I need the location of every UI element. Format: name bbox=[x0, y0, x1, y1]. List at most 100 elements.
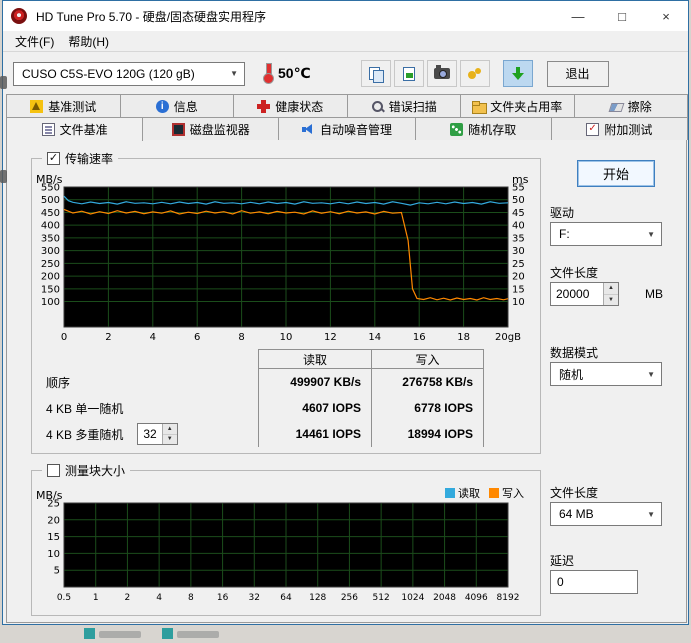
tick-label: 350 bbox=[41, 233, 60, 244]
tick-label: 400 bbox=[41, 221, 60, 232]
extra-tests-icon bbox=[586, 122, 600, 136]
copy-icon bbox=[368, 66, 384, 83]
tick-label: 128 bbox=[309, 593, 326, 603]
toolbar: CUSO C5S-EVO 120G (120 gB) ▼ 50℃ 退出 bbox=[3, 53, 688, 94]
background-window-fragment bbox=[0, 170, 7, 183]
file-length-spinner[interactable]: 20000 ▲ ▼ bbox=[550, 282, 619, 306]
benchmark-icon bbox=[30, 100, 44, 113]
disk-monitor-icon bbox=[171, 122, 185, 136]
transfer-rate-checkbox[interactable]: ✓ 传输速率 bbox=[42, 150, 119, 167]
tick-label: 1024 bbox=[401, 593, 424, 603]
copy-text-button[interactable] bbox=[360, 60, 391, 87]
tab-label: 错误扫描 bbox=[388, 100, 437, 114]
minimize-button[interactable]: — bbox=[556, 1, 600, 31]
write-legend-label: 写入 bbox=[502, 488, 524, 500]
transfer-rate-group: ✓ 传输速率 MB/s ms 550 500 450 400 350 300 250 200 150… bbox=[31, 150, 541, 454]
tick-label: 10 bbox=[47, 549, 60, 560]
tick-label: 55 bbox=[512, 183, 525, 194]
tab-benchmark[interactable]: 基准测试 bbox=[6, 94, 121, 118]
file-length-value: 20000 bbox=[556, 287, 590, 301]
tick-label: 50 bbox=[512, 195, 525, 206]
background-window-fragment bbox=[0, 76, 7, 89]
file-length-2-combo[interactable]: 64 MB ▼ bbox=[550, 502, 662, 526]
block-size-group: 测量块大小 读取 写入 MB/s 25 20 15 10 5 0.5 1 2 4 8 16 32 64 12… bbox=[31, 462, 541, 616]
download-button[interactable] bbox=[502, 60, 533, 87]
tab-file-benchmark[interactable]: 文件基准 bbox=[6, 117, 144, 141]
tick-label: 4096 bbox=[465, 593, 488, 603]
tab-extra-tests[interactable]: 附加测试 bbox=[550, 117, 689, 140]
tools-button[interactable] bbox=[459, 60, 490, 87]
tab-label: 信息 bbox=[173, 100, 198, 114]
exit-button[interactable]: 退出 bbox=[546, 60, 609, 87]
hdtune-app-icon bbox=[11, 8, 27, 24]
tick-label: 2 bbox=[125, 593, 131, 603]
background-text-blur bbox=[177, 631, 219, 638]
data-mode-combo[interactable]: 随机 ▼ bbox=[550, 362, 662, 386]
toolbar-buttons bbox=[360, 60, 533, 87]
screenshot-button[interactable] bbox=[426, 60, 457, 87]
drive-value: F: bbox=[559, 227, 570, 241]
tick-label: 2 bbox=[105, 332, 111, 343]
file-length-label: 文件长度 bbox=[550, 266, 599, 280]
menu-bar: 文件(F) 帮助(H) bbox=[3, 31, 688, 52]
tick-label: 20 bbox=[47, 515, 60, 526]
results-table: 读取 写入 顺序 499907 KB/s 276758 KB/s 4 KB 单一… bbox=[40, 349, 484, 447]
maximize-button[interactable]: □ bbox=[600, 1, 644, 31]
menu-file[interactable]: 文件(F) bbox=[8, 31, 61, 52]
tick-label: 16 bbox=[413, 332, 426, 343]
spin-up-icon[interactable]: ▲ bbox=[162, 424, 177, 435]
tick-label: 10 bbox=[512, 297, 525, 308]
checkbox-checked-icon: ✓ bbox=[47, 151, 60, 165]
tab-random-access[interactable]: 随机存取 bbox=[414, 117, 552, 140]
tab-label: 擦除 bbox=[627, 100, 652, 114]
page-chart-icon bbox=[402, 66, 415, 81]
titlebar: HD Tune Pro 5.70 - 硬盘/固态硬盘实用程序 — □ × bbox=[3, 1, 688, 31]
multi-random-write-value: 18994 IOPS bbox=[371, 421, 484, 447]
single-random-read-value: 4607 IOPS bbox=[258, 395, 371, 421]
single-random-write-value: 6778 IOPS bbox=[371, 395, 484, 421]
tick-label: 500 bbox=[41, 195, 60, 206]
tick-label: 0.5 bbox=[57, 593, 71, 603]
tick-label: 8 bbox=[188, 593, 194, 603]
spin-down-icon[interactable]: ▼ bbox=[162, 434, 177, 444]
tab-error-scan[interactable]: 错误扫描 bbox=[346, 94, 461, 118]
drive-combo[interactable]: F: ▼ bbox=[550, 222, 662, 246]
row-label-4k-multi: 4 KB 多重随机 32 ▲ ▼ bbox=[40, 421, 258, 447]
tab-label: 文件基准 bbox=[59, 123, 108, 137]
menu-help[interactable]: 帮助(H) bbox=[61, 31, 116, 52]
spin-down-icon[interactable]: ▼ bbox=[604, 294, 618, 305]
tick-label: 550 bbox=[41, 183, 60, 194]
start-button[interactable]: 开始 bbox=[577, 160, 655, 187]
read-column-header: 读取 bbox=[258, 349, 371, 369]
checkbox-unchecked-icon bbox=[47, 464, 60, 477]
tick-label: 8 bbox=[238, 332, 244, 343]
transfer-rate-chart: MB/s ms5505004504003503002502001501005550… bbox=[36, 173, 529, 343]
read-legend-label: 读取 bbox=[458, 488, 480, 500]
tab-erase[interactable]: 擦除 bbox=[573, 94, 688, 118]
folder-icon bbox=[472, 100, 488, 114]
tick-label: 25 bbox=[47, 499, 60, 510]
read-legend-swatch bbox=[445, 488, 455, 498]
tab-aam[interactable]: 自动噪音管理 bbox=[278, 117, 416, 140]
block-size-label: 测量块大小 bbox=[65, 464, 126, 478]
tick-label: 18 bbox=[457, 332, 470, 343]
delay-label: 延迟 bbox=[550, 554, 575, 568]
tick-label: 15 bbox=[512, 284, 525, 295]
tab-label: 自动噪音管理 bbox=[320, 122, 393, 137]
drive-select-dropdown[interactable]: CUSO C5S-EVO 120G (120 gB) ▼ bbox=[13, 61, 245, 86]
multi-random-label: 4 KB 多重随机 bbox=[46, 427, 124, 442]
tab-health[interactable]: 健康状态 bbox=[233, 94, 348, 118]
drive-select-value: CUSO C5S-EVO 120G (120 gB) bbox=[22, 66, 195, 81]
tab-info[interactable]: 信息 bbox=[119, 94, 234, 118]
copy-image-button[interactable] bbox=[393, 60, 424, 87]
delay-input[interactable]: 0 bbox=[550, 570, 638, 594]
tab-label: 文件夹占用率 bbox=[490, 100, 563, 114]
yellow-paw-icon bbox=[467, 67, 482, 80]
queue-depth-spinner[interactable]: 32 ▲ ▼ bbox=[137, 423, 178, 445]
block-size-checkbox[interactable]: 测量块大小 bbox=[42, 462, 131, 479]
close-button[interactable]: × bbox=[644, 1, 688, 31]
spin-up-icon[interactable]: ▲ bbox=[604, 283, 618, 295]
tab-disk-monitor[interactable]: 磁盘监视器 bbox=[142, 117, 280, 140]
tab-folder-usage[interactable]: 文件夹占用率 bbox=[460, 94, 575, 118]
tab-label: 基准测试 bbox=[48, 100, 97, 114]
